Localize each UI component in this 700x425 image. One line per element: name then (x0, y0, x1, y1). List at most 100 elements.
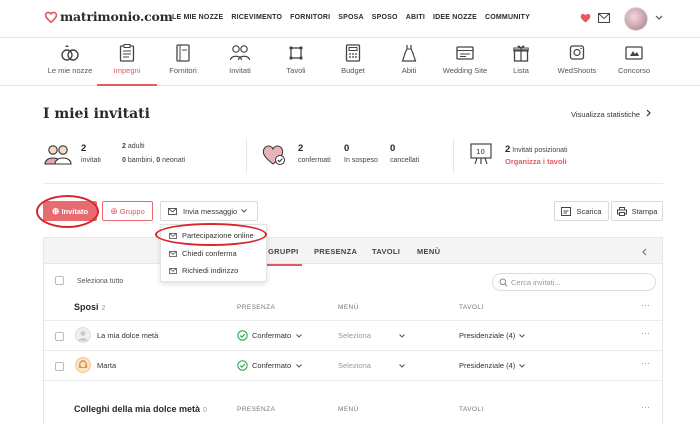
presence-select[interactable]: Confermato (237, 330, 303, 341)
guests-table: GRUPPI PRESENZA TAVOLI MENÙ Seleziona tu… (43, 237, 663, 425)
row-checkbox[interactable] (55, 362, 64, 371)
select-all-checkbox[interactable] (55, 276, 64, 285)
children-info: 0 bambini, 0 neonati (122, 157, 185, 164)
guest-summary: 2 invitati 2 adulti 0 bambini, 0 neonati… (43, 134, 663, 184)
menu-item-partecipazione-online[interactable]: Partecipazione online (169, 231, 254, 240)
nav-abiti[interactable]: ABITI (406, 14, 425, 21)
send-message-dropdown: Partecipazione online Chiedi conferma Ri… (160, 224, 267, 282)
send-message-button[interactable]: Invia messaggio (160, 201, 258, 221)
menu-item-chiedi-conferma[interactable]: Chiedi conferma (169, 249, 237, 258)
mail-icon (169, 267, 177, 274)
group-title-colleghi: Colleghi della mia dolce metà 0 (74, 404, 207, 414)
tab-gruppi[interactable]: GRUPPI (265, 247, 302, 266)
tool-lista[interactable]: Lista (491, 44, 551, 86)
chevron-left-icon[interactable] (642, 248, 647, 256)
presence-value: Confermato (252, 361, 292, 370)
mail-icon (168, 207, 177, 215)
avatar (75, 357, 91, 373)
tool-label: Concorso (617, 66, 651, 75)
contest-icon (625, 46, 643, 60)
tool-concorso[interactable]: Concorso (604, 44, 664, 86)
heart-logo-icon (44, 11, 58, 23)
table-icon (289, 46, 303, 60)
tool-fornitori[interactable]: Fornitori (153, 44, 213, 86)
download-label: Scarica (576, 206, 602, 216)
select-all-label: Seleziona tutto (77, 278, 124, 285)
download-icon (561, 206, 572, 216)
row-options-icon[interactable]: ⋯ (641, 328, 651, 339)
nav-community[interactable]: COMMUNITY (485, 14, 530, 21)
nav-le-mie-nozze[interactable]: LE MIE NOZZE (172, 14, 223, 21)
main-nav: LE MIE NOZZE RICEVIMENTO FORNITORI SPOSA… (172, 14, 530, 21)
plus-circle-icon: ⊕ (51, 205, 60, 216)
chevron-down-icon[interactable] (655, 15, 663, 21)
nav-sposo[interactable]: SPOSO (372, 14, 398, 21)
row-checkbox[interactable] (55, 332, 64, 341)
nav-ricevimento[interactable]: RICEVIMENTO (231, 14, 282, 21)
tool-label: Fornitori (169, 66, 197, 75)
presence-value: Confermato (252, 331, 292, 340)
presence-select[interactable]: Confermato (237, 360, 303, 371)
nav-idee-nozze[interactable]: IDEE NOZZE (433, 14, 477, 21)
heart-check-icon (262, 145, 285, 165)
row-options-icon[interactable]: ⋯ (641, 358, 651, 369)
view-stats-link[interactable]: Visualizza statistiche (571, 109, 652, 119)
tool-budget[interactable]: Budget (323, 44, 383, 86)
tool-impegni[interactable]: Impegni (97, 44, 157, 86)
tools-nav: Le mie nozze Impegni Fornitori Invitati … (0, 38, 700, 86)
tool-le-mie-nozze[interactable]: Le mie nozze (40, 44, 100, 86)
chevron-down-icon (519, 333, 526, 338)
adults-info: 2 adulti (122, 143, 145, 150)
mail-icon[interactable] (598, 13, 610, 23)
menu-value: Seleziona (338, 331, 371, 340)
send-message-label: Invia messaggio (183, 206, 238, 216)
logo[interactable]: matrimonio.com (44, 9, 173, 24)
menu-item-richiedi-indirizzo[interactable]: Richiedi indirizzo (169, 266, 238, 275)
pending-label: In sospeso (344, 157, 378, 164)
avatar[interactable] (624, 7, 648, 31)
add-group-button[interactable]: ⊕ Gruppo (102, 201, 153, 221)
table-select[interactable]: Presidenziale (4) (459, 361, 526, 370)
seated-label: Invitati posizionati (512, 147, 568, 154)
table-select[interactable]: Presidenziale (4) (459, 331, 526, 340)
guest-name[interactable]: La mia dolce metà (97, 331, 158, 340)
group-count: 2 (101, 305, 106, 312)
tool-abiti[interactable]: Abiti (379, 44, 439, 86)
col-menu-header: MENÙ (338, 406, 359, 413)
gift-icon (513, 45, 529, 62)
chevron-down-icon (296, 333, 303, 338)
more-options-icon[interactable]: ⋯ (641, 300, 651, 311)
nav-fornitori[interactable]: FORNITORI (290, 14, 330, 21)
tab-tavoli[interactable]: TAVOLI (372, 247, 400, 256)
row-divider (44, 350, 662, 351)
babies-count: 0 (156, 157, 161, 164)
chevron-down-icon (399, 333, 405, 338)
more-options-icon[interactable]: ⋯ (641, 402, 651, 413)
add-guest-button[interactable]: ⊕ Invitato (43, 201, 97, 221)
printer-icon (616, 206, 627, 216)
tool-invitati[interactable]: Invitati (210, 44, 270, 86)
children-count: 0 (122, 157, 126, 164)
mail-icon (169, 232, 177, 239)
guests-total: 2 (81, 143, 87, 154)
tool-wedshoots[interactable]: WedShoots (547, 44, 607, 86)
print-label: Stampa (631, 206, 658, 216)
menu-select[interactable]: Seleziona (338, 361, 405, 370)
avatar (75, 327, 91, 343)
nav-sposa[interactable]: SPOSA (338, 14, 364, 21)
tab-presenza[interactable]: PRESENZA (314, 247, 357, 256)
view-stats-label: Visualizza statistiche (571, 110, 641, 119)
tool-wedding-site[interactable]: Wedding Site (435, 44, 495, 86)
organize-tables-link[interactable]: Organizza i tavoli (505, 157, 567, 166)
download-button[interactable]: Scarica (554, 201, 609, 221)
menu-select[interactable]: Seleziona (338, 331, 405, 340)
guest-name[interactable]: Marta (97, 361, 116, 370)
tool-label: Impegni (113, 66, 141, 75)
favorites-heart-icon[interactable] (580, 13, 591, 23)
search-input[interactable]: Cerca invitati... (492, 273, 656, 291)
print-button[interactable]: Stampa (611, 201, 663, 221)
tool-tavoli[interactable]: Tavoli (266, 44, 326, 86)
menu-value: Seleziona (338, 361, 371, 370)
tab-menu[interactable]: MENÙ (417, 247, 440, 256)
tool-label: WedShoots (557, 66, 597, 75)
